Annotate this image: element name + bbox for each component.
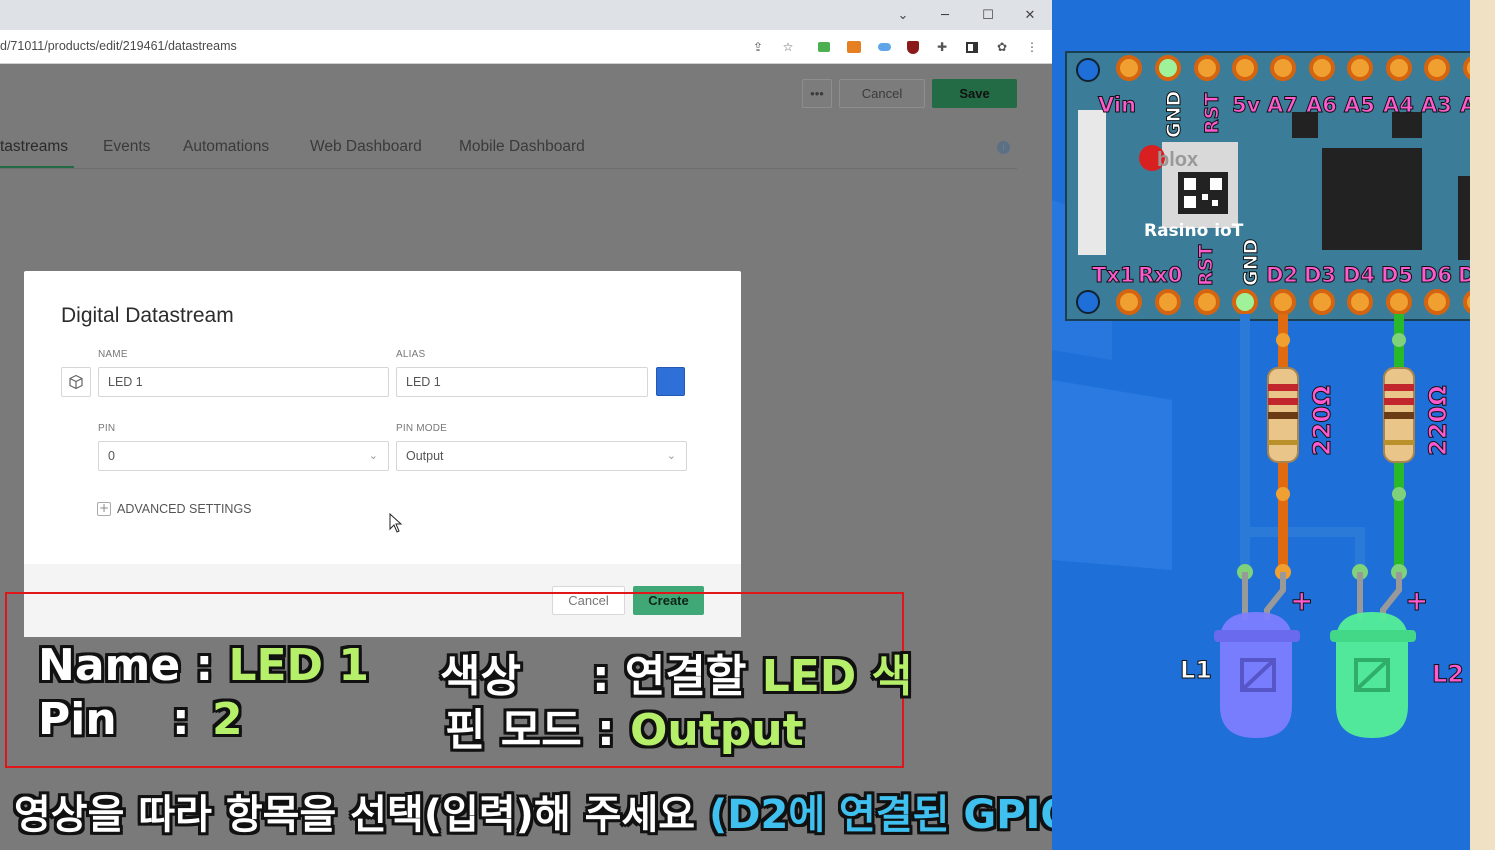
svg-text:A4: A4 (1383, 93, 1414, 117)
title-bar: ⌄ ─ ☐ ✕ (0, 0, 1052, 30)
caption-mode-value: Output (630, 705, 804, 756)
svg-text:A5: A5 (1344, 93, 1375, 117)
save-button[interactable]: Save (932, 79, 1017, 108)
desktop-side-strip (1470, 0, 1495, 850)
tab-datastreams[interactable]: tastreams (0, 138, 68, 156)
dialog-title: Digital Datastream (61, 304, 234, 327)
svg-text:D3: D3 (1304, 263, 1336, 287)
cancel-button[interactable]: Cancel (839, 79, 925, 108)
led-2 (1330, 612, 1416, 738)
caption-mode-line: 핀 모드 : Output (445, 694, 804, 758)
tab-events[interactable]: Events (103, 138, 150, 156)
svg-text:Tx1: Tx1 (1092, 263, 1134, 287)
close-icon[interactable]: ✕ (1010, 0, 1050, 30)
star-icon[interactable]: ☆ (779, 38, 797, 56)
mount-hole (1076, 290, 1100, 314)
circuit-illustration: blox Rasino ioT Vin GND RST 5v A7 A6 A5 … (1052, 51, 1495, 738)
svg-text:GND: GND (1163, 91, 1185, 138)
pin-mode-label: PIN MODE (396, 423, 448, 434)
pin-select[interactable]: 0 ⌄ (98, 441, 389, 471)
window-pane (1052, 380, 1172, 570)
pin-mode-value: Output (406, 449, 444, 463)
more-button[interactable]: ••• (802, 79, 832, 108)
svg-text:RST: RST (1201, 93, 1223, 134)
svg-text:A3: A3 (1421, 93, 1452, 117)
caption-pin-key: Pin (38, 694, 117, 745)
pin-value: 0 (108, 449, 115, 463)
tab-mobile-dashboard[interactable]: Mobile Dashboard (459, 138, 585, 156)
tab-automations[interactable]: Automations (183, 138, 269, 156)
caption-pin-value: 2 (212, 694, 243, 745)
sidepanel-icon[interactable] (963, 38, 981, 56)
mouse-cursor-icon (389, 513, 403, 533)
led-2-plus: + (1405, 584, 1428, 617)
resistor-1-value: 220Ω (1308, 386, 1336, 457)
info-icon[interactable]: i (997, 141, 1010, 154)
svg-text:5v: 5v (1232, 93, 1261, 117)
resistor-2-value: 220Ω (1424, 386, 1452, 457)
antenna (1078, 110, 1106, 255)
pin-label: PIN (98, 423, 116, 434)
maximize-icon[interactable]: ☐ (968, 0, 1008, 30)
svg-text:D2: D2 (1266, 263, 1298, 287)
name-input[interactable]: LED 1 (98, 367, 389, 397)
led-2-label: L2 (1432, 660, 1464, 688)
ublox-text: blox (1157, 149, 1198, 171)
tab-web-dashboard[interactable]: Web Dashboard (310, 138, 422, 156)
profile-icon[interactable]: ✿ (993, 38, 1011, 56)
desktop-background: blox Rasino ioT Vin GND RST 5v A7 A6 A5 … (1052, 0, 1495, 850)
mount-hole (1076, 58, 1100, 82)
cloud-icon[interactable] (875, 38, 893, 56)
digital-datastream-dialog: Digital Datastream NAME LED 1 ALIAS LED … (24, 271, 741, 637)
address-bar[interactable]: d/71011/products/edit/219461/datastreams… (0, 30, 1052, 64)
subtitle-main: 영상을 따라 항목을 선택(입력)해 주세요 (14, 792, 709, 838)
resistor-1 (1267, 367, 1299, 463)
cube-icon (69, 374, 83, 390)
ublock-icon[interactable] (904, 38, 922, 56)
datastream-icon-picker[interactable] (61, 367, 91, 397)
extension-green-icon[interactable] (815, 38, 833, 56)
advanced-settings-label: ADVANCED SETTINGS (117, 502, 252, 516)
svg-text:D4: D4 (1343, 263, 1375, 287)
menu-icon[interactable]: ⋮ (1023, 38, 1041, 56)
plus-square-icon: + (97, 501, 111, 516)
name-label: NAME (98, 349, 128, 360)
svg-text:D5: D5 (1381, 263, 1413, 287)
caption-mode-key: 핀 모드 : (445, 705, 630, 756)
svg-text:RST: RST (1195, 245, 1217, 286)
alias-input[interactable]: LED 1 (396, 367, 648, 397)
pin-mode-select[interactable]: Output ⌄ (396, 441, 687, 471)
caption-name-line: Name : LED 1 (38, 640, 369, 691)
share-icon[interactable]: ⇪ (749, 38, 767, 56)
resistor-2 (1383, 367, 1415, 463)
puzzle-icon[interactable]: ✚ (933, 38, 951, 56)
extension-orange-icon[interactable] (845, 38, 863, 56)
svg-text:A7: A7 (1267, 93, 1298, 117)
mcu-chip (1322, 148, 1422, 250)
color-picker[interactable] (656, 367, 685, 396)
browser-window: ⌄ ─ ☐ ✕ d/71011/products/edit/219461/dat… (0, 0, 1296, 850)
alias-label: ALIAS (396, 349, 426, 360)
svg-text:Rx0: Rx0 (1138, 263, 1182, 287)
divider (0, 168, 1017, 169)
led-1-label: L1 (1180, 656, 1212, 684)
svg-text:D6: D6 (1420, 263, 1452, 287)
led-1 (1214, 612, 1300, 738)
caption-pin-sep: : (172, 694, 190, 745)
chevron-down-icon: ⌄ (368, 449, 378, 462)
chevron-down-icon: ⌄ (666, 449, 676, 462)
svg-text:A6: A6 (1306, 93, 1337, 117)
led-1-plus: + (1290, 584, 1313, 617)
tab-search-icon[interactable]: ⌄ (883, 0, 923, 30)
caption-name-key: Name : (38, 640, 229, 691)
caption-name-value: LED 1 (228, 640, 369, 691)
url-text[interactable]: d/71011/products/edit/219461/datastreams (0, 39, 237, 53)
board-name: Rasino ioT (1144, 221, 1244, 241)
svg-text:Vin: Vin (1098, 93, 1136, 117)
svg-text:GND: GND (1240, 239, 1262, 286)
minimize-icon[interactable]: ─ (925, 0, 965, 30)
advanced-settings-toggle[interactable]: + ADVANCED SETTINGS (97, 502, 252, 516)
